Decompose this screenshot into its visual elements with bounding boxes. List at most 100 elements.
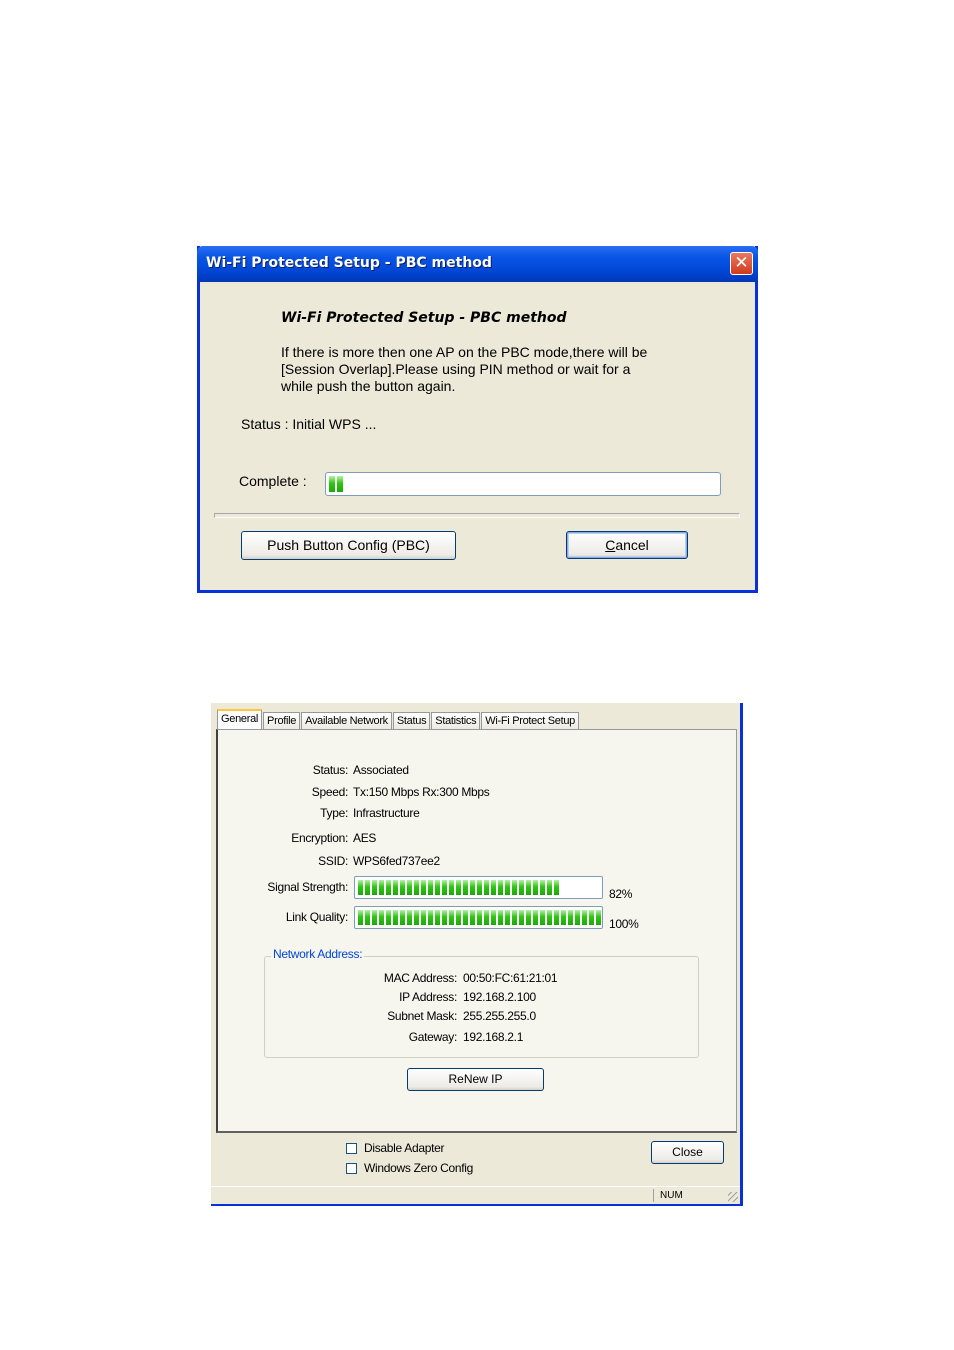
progress-segment <box>414 880 419 895</box>
progress-segment <box>393 910 398 925</box>
progress-segment <box>365 910 370 925</box>
progress-segment <box>526 880 531 895</box>
progress-segment <box>372 880 377 895</box>
progress-segment <box>484 910 489 925</box>
tab-available-network[interactable]: Available Network <box>301 712 392 729</box>
progress-segment <box>407 910 412 925</box>
progress-segment <box>554 880 559 895</box>
progress-segment <box>477 880 482 895</box>
tab-wifi-protect-setup[interactable]: Wi-Fi Protect Setup <box>481 712 579 729</box>
speed-label: Speed: <box>311 785 349 799</box>
tab-general[interactable]: General <box>217 709 263 729</box>
progress-segment <box>435 910 440 925</box>
progress-segment <box>568 910 573 925</box>
progress-segment <box>498 880 503 895</box>
progress-segment <box>547 880 552 895</box>
subnet-mask-value: 255.255.255.0 <box>463 1009 536 1023</box>
progress-segment <box>358 880 363 895</box>
progress-segment <box>554 910 559 925</box>
progress-segment <box>484 880 489 895</box>
type-value: Infrastructure <box>353 806 420 820</box>
progress-segment <box>337 476 343 492</box>
progress-segment <box>456 880 461 895</box>
signal-strength-fill <box>358 880 559 895</box>
progress-segment <box>421 880 426 895</box>
progress-segment <box>407 880 412 895</box>
progress-segment <box>400 910 405 925</box>
signal-strength-percent: 82% <box>609 887 633 901</box>
close-icon[interactable]: ✕ <box>730 252 753 275</box>
progress-segment <box>526 910 531 925</box>
progress-segment <box>533 910 538 925</box>
ip-address-label: IP Address: <box>399 990 457 1004</box>
dialog-heading: Wi-Fi Protected Setup - PBC method <box>281 310 567 326</box>
checkbox-box[interactable] <box>346 1162 357 1174</box>
signal-strength-label: Signal Strength: <box>267 880 348 894</box>
disable-adapter-label: Disable Adapter <box>364 1141 445 1155</box>
separator <box>214 513 740 518</box>
title-bar[interactable]: Wi-Fi Protected Setup - PBC method ✕ <box>197 246 758 282</box>
progress-segment <box>421 910 426 925</box>
wps-status-text: Status : Initial WPS ... <box>241 416 377 432</box>
windows-zero-config-label: Windows Zero Config <box>364 1161 474 1175</box>
progress-segment <box>393 880 398 895</box>
type-label: Type: <box>320 806 348 820</box>
progress-segment <box>428 910 433 925</box>
network-address-title: Network Address: <box>271 947 365 961</box>
checkbox-box[interactable] <box>346 1142 357 1154</box>
progress-segment <box>533 880 538 895</box>
ssid-label: SSID: <box>318 854 348 868</box>
signal-strength-bar <box>354 876 603 899</box>
status-value: Associated <box>353 763 409 777</box>
progress-segment <box>463 880 468 895</box>
link-quality-percent: 100% <box>609 917 639 931</box>
progress-segment <box>498 910 503 925</box>
status-bar: NUM <box>211 1186 740 1204</box>
wps-progress-fill <box>329 476 343 492</box>
disable-adapter-checkbox[interactable]: Disable Adapter <box>346 1141 445 1155</box>
progress-segment <box>442 880 447 895</box>
progress-segment <box>596 910 601 925</box>
cancel-button[interactable]: Cancel <box>566 531 688 559</box>
progress-segment <box>547 910 552 925</box>
encryption-label: Encryption: <box>291 831 348 845</box>
progress-segment <box>358 910 363 925</box>
tab-profile[interactable]: Profile <box>263 712 301 729</box>
tab-strip: General Profile Available Network Status… <box>217 709 580 729</box>
progress-segment <box>491 910 496 925</box>
progress-segment <box>589 910 594 925</box>
status-label: Status: <box>312 763 349 777</box>
progress-segment <box>540 880 545 895</box>
window-title: Wi-Fi Protected Setup - PBC method <box>206 255 492 271</box>
push-button-config-button[interactable]: Push Button Config (PBC) <box>241 531 456 560</box>
encryption-value: AES <box>353 831 377 845</box>
gateway-value: 192.168.2.1 <box>463 1030 524 1044</box>
wps-pbc-dialog: Wi-Fi Protected Setup - PBC method ✕ Wi-… <box>197 246 758 593</box>
tab-statistics[interactable]: Statistics <box>431 712 481 729</box>
renew-ip-button[interactable]: ReNew IP <box>407 1068 544 1091</box>
progress-segment <box>379 910 384 925</box>
progress-segment <box>519 880 524 895</box>
close-button[interactable]: Close <box>651 1141 724 1164</box>
pbc-message-line: while push the button again. <box>281 378 456 394</box>
mac-address-value: 00:50:FC:61:21:01 <box>463 971 558 985</box>
progress-segment <box>470 880 475 895</box>
num-lock-indicator: NUM <box>653 1189 713 1202</box>
cancel-mnemonic: C <box>605 537 616 553</box>
tab-status[interactable]: Status <box>392 712 431 729</box>
progress-segment <box>379 880 384 895</box>
link-quality-label: Link Quality: <box>285 910 348 924</box>
pbc-message-line: [Session Overlap].Please using PIN metho… <box>281 361 631 377</box>
resize-grip-icon[interactable] <box>728 1192 738 1202</box>
ip-address-value: 192.168.2.100 <box>463 990 536 1004</box>
speed-value: Tx:150 Mbps Rx:300 Mbps <box>353 785 490 799</box>
progress-segment <box>470 910 475 925</box>
progress-segment <box>386 880 391 895</box>
progress-segment <box>519 910 524 925</box>
progress-segment <box>582 910 587 925</box>
progress-segment <box>512 910 517 925</box>
subnet-mask-label: Subnet Mask: <box>387 1009 457 1023</box>
windows-zero-config-checkbox[interactable]: Windows Zero Config <box>346 1161 473 1175</box>
cancel-label: ancel <box>615 537 649 553</box>
gateway-label: Gateway: <box>408 1030 458 1044</box>
